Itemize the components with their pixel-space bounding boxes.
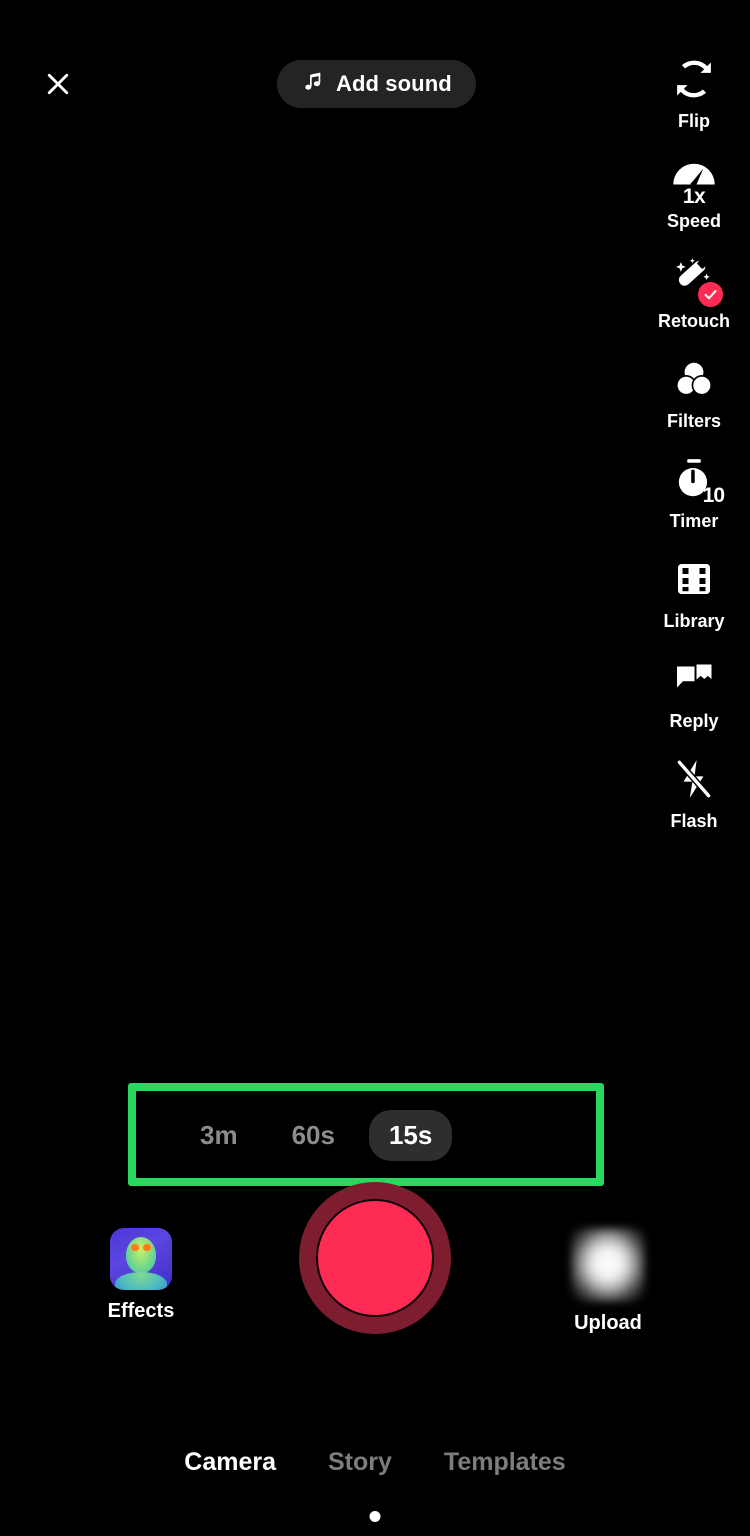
reply-bubble-icon bbox=[667, 652, 721, 706]
magic-wand-icon bbox=[667, 252, 723, 307]
timer-value: 10 bbox=[702, 484, 725, 507]
upload-label: Upload bbox=[574, 1312, 642, 1334]
speedometer-icon: 1x bbox=[667, 152, 721, 208]
rail-item-filters[interactable]: Filters bbox=[638, 352, 750, 432]
rail-item-reply[interactable]: Reply bbox=[638, 652, 750, 732]
rail-label-reply: Reply bbox=[669, 711, 719, 731]
rail-item-flash[interactable]: Flash bbox=[638, 752, 750, 832]
rail-label-speed: Speed bbox=[666, 211, 722, 231]
add-sound-label: Add sound bbox=[336, 71, 452, 96]
add-sound-button[interactable]: Add sound bbox=[277, 60, 476, 108]
rail-label-retouch: Retouch bbox=[658, 311, 730, 331]
duration-option-15s[interactable]: 15s bbox=[368, 1109, 453, 1161]
music-note-icon bbox=[301, 70, 325, 99]
rail-label-filters: Filters bbox=[666, 411, 722, 431]
duration-selector[interactable]: 3m 60s 15s bbox=[150, 1105, 582, 1165]
duration-option-3m[interactable]: 3m bbox=[180, 1110, 258, 1161]
rail-item-library[interactable]: Library bbox=[638, 552, 750, 632]
flash-off-icon bbox=[667, 752, 721, 806]
tab-templates[interactable]: Templates bbox=[444, 1448, 566, 1477]
tab-camera[interactable]: Camera bbox=[184, 1448, 276, 1477]
effects-thumbnail bbox=[110, 1228, 172, 1290]
duration-option-60s[interactable]: 60s bbox=[272, 1110, 355, 1161]
stopwatch-icon: 10 bbox=[667, 452, 725, 507]
mode-tab-bar: Camera Story Templates bbox=[0, 1448, 750, 1477]
record-button-inner bbox=[316, 1199, 434, 1317]
rail-item-retouch[interactable]: Retouch bbox=[638, 252, 750, 332]
record-button[interactable] bbox=[299, 1182, 451, 1334]
rail-item-speed[interactable]: 1x Speed bbox=[638, 152, 750, 232]
speed-value: 1x bbox=[682, 185, 706, 208]
rail-item-timer[interactable]: 10 Timer bbox=[638, 452, 750, 532]
rail-label-flash: Flash bbox=[670, 811, 718, 831]
filters-circles-icon bbox=[667, 352, 721, 406]
tab-story[interactable]: Story bbox=[328, 1448, 392, 1477]
flip-camera-icon bbox=[667, 52, 721, 106]
effects-label: Effects bbox=[107, 1300, 175, 1322]
rail-label-timer: Timer bbox=[669, 511, 719, 531]
close-icon bbox=[43, 69, 73, 104]
home-dot-indicator bbox=[369, 1511, 381, 1522]
upload-button[interactable]: Upload bbox=[538, 1228, 678, 1335]
rail-label-library: Library bbox=[663, 611, 725, 631]
rail-item-flip[interactable]: Flip bbox=[638, 52, 750, 132]
film-strip-icon bbox=[667, 552, 721, 606]
check-badge bbox=[698, 282, 723, 307]
camera-screen: Add sound Flip 1x Speed Retouch Filters … bbox=[0, 0, 750, 1536]
rail-label-flip: Flip bbox=[678, 111, 710, 131]
effects-button[interactable]: Effects bbox=[71, 1228, 211, 1323]
close-button[interactable] bbox=[36, 64, 80, 108]
right-tool-rail: Flip 1x Speed Retouch Filters 10 Timer L… bbox=[638, 52, 750, 852]
upload-thumbnail bbox=[571, 1228, 645, 1302]
